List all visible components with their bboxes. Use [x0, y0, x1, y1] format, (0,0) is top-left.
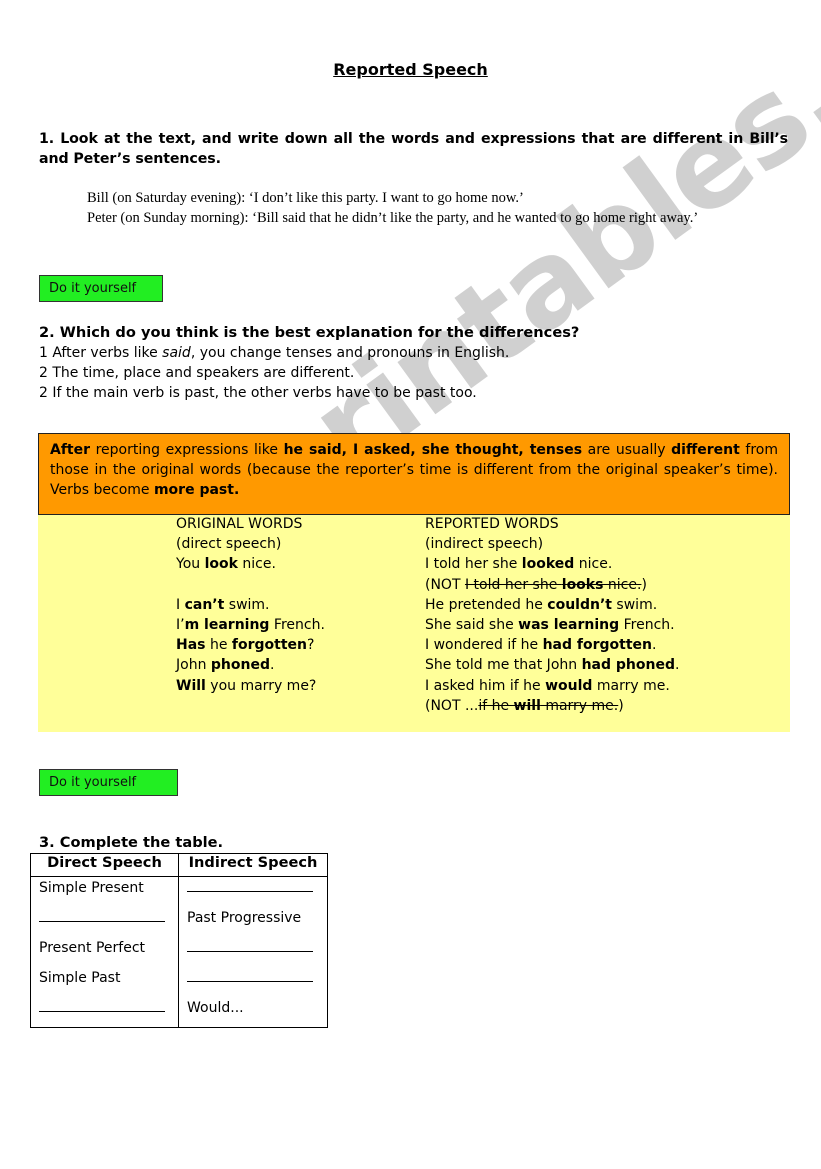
- example-reported-not: (NOT I told her she looks nice.): [425, 576, 647, 593]
- example-reported: I told her she looked nice.: [425, 556, 613, 573]
- indirect-blank[interactable]: [179, 877, 327, 907]
- example-original: Has he forgotten?: [176, 637, 315, 654]
- reported-words-column: REPORTED WORDS (indirect speech) I told …: [425, 514, 679, 716]
- example-original: Will you marry me?: [176, 677, 317, 694]
- rule-bold: different: [671, 442, 740, 458]
- example-original: You look nice.: [176, 556, 276, 573]
- header-direct: Direct Speech: [30, 853, 179, 877]
- direct-blank[interactable]: [31, 997, 178, 1027]
- example-reported: She said she was learning French.: [425, 617, 675, 634]
- example-reported: I asked him if he would marry me.: [425, 677, 670, 694]
- option-1-text: 1 After verbs like: [39, 345, 163, 361]
- example-original: John phoned.: [176, 657, 275, 674]
- reported-header: REPORTED WORDS: [425, 516, 559, 532]
- indirect-column: Past Progressive Would...: [178, 876, 328, 1028]
- original-subheader: (direct speech): [176, 536, 282, 553]
- option-1: 1 After verbs like said, you change tens…: [39, 343, 579, 363]
- section2: 2. Which do you think is the best explan…: [39, 323, 579, 403]
- rule-text: reporting expressions like: [90, 442, 284, 458]
- section1-heading: 1. Look at the text, and write down all …: [39, 131, 788, 167]
- original-header: ORIGINAL WORDS: [176, 516, 303, 532]
- page-title: Reported Speech: [333, 60, 488, 79]
- section2-heading: 2. Which do you think is the best explan…: [39, 324, 580, 341]
- indirect-blank[interactable]: [179, 967, 327, 997]
- indirect-blank[interactable]: [179, 937, 327, 967]
- peter-line: Peter (on Sunday morning): ‘Bill said th…: [87, 210, 699, 226]
- rule-box: After reporting expressions like he said…: [38, 433, 790, 515]
- option-3: 2 If the main verb is past, the other ve…: [39, 385, 477, 401]
- original-words-column: ORIGINAL WORDS (direct speech) You look …: [176, 514, 325, 696]
- rule-bold: more past.: [153, 482, 240, 498]
- quote-bill: Bill (on Saturday evening): ‘I don’t lik…: [39, 188, 788, 208]
- direct-cell: Simple Past: [39, 970, 121, 986]
- indirect-cell: Past Progressive: [187, 910, 302, 926]
- direct-cell: Present Perfect: [39, 940, 146, 956]
- direct-blank[interactable]: [31, 907, 178, 937]
- do-it-yourself-button-1[interactable]: Do it yourself: [39, 275, 163, 302]
- option-2: 2 The time, place and speakers are diffe…: [39, 365, 355, 381]
- direct-column: Simple Present Present Perfect Simple Pa…: [30, 876, 179, 1028]
- example-original: I’m learning French.: [176, 617, 325, 634]
- example-reported: I wondered if he had forgotten.: [425, 637, 657, 654]
- rule-bold: After: [50, 442, 91, 458]
- example-reported-not: (NOT ...if he will marry me.): [425, 697, 624, 714]
- example-reported: She told me that John had phoned.: [425, 657, 680, 674]
- option-1-italic: said: [162, 345, 191, 361]
- example-original: I can’t swim.: [176, 596, 270, 613]
- section3-heading: 3. Complete the table.: [39, 834, 224, 851]
- direct-cell: Simple Present: [39, 880, 144, 896]
- reported-subheader: (indirect speech): [425, 536, 544, 553]
- table-body-row: Simple Present Present Perfect Simple Pa…: [30, 876, 328, 1028]
- table-header-row: Direct Speech Indirect Speech: [30, 853, 328, 877]
- indirect-cell: Would...: [187, 1000, 244, 1016]
- do-it-yourself-button-2[interactable]: Do it yourself: [39, 769, 178, 796]
- bill-line: Bill (on Saturday evening): ‘I don’t lik…: [87, 190, 524, 206]
- option-1-text-end: , you change tenses and pronouns in Engl…: [190, 345, 510, 361]
- rule-bold: he said, I asked, she thought, tenses: [283, 442, 583, 458]
- tense-table: Direct Speech Indirect Speech Simple Pre…: [30, 853, 328, 1028]
- quote-peter: Peter (on Sunday morning): ‘Bill said th…: [39, 208, 788, 228]
- header-indirect: Indirect Speech: [178, 853, 328, 877]
- example-reported: He pretended he couldn’t swim.: [425, 596, 658, 613]
- rule-text: are usually: [582, 442, 672, 458]
